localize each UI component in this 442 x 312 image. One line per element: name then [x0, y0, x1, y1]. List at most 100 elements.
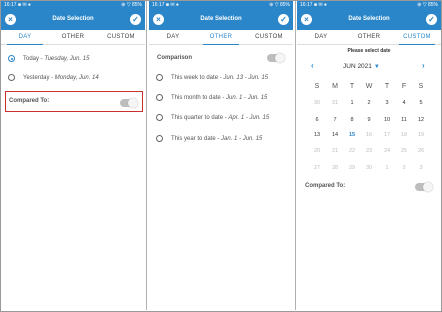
- status-right: ⊕ ▽ 85%: [269, 2, 290, 8]
- calendar-day: 16: [365, 132, 373, 138]
- tab-label: OTHER: [209, 34, 233, 40]
- calendar-day[interactable]: 8: [344, 117, 360, 123]
- calendar-day: 20: [313, 148, 321, 154]
- tab-label: CUSTOM: [403, 34, 431, 40]
- calendar-day: 29: [348, 165, 356, 171]
- calendar-day[interactable]: 2: [361, 100, 377, 106]
- confirm-check-icon[interactable]: ✓: [278, 14, 289, 25]
- radio-checked-icon: [8, 55, 15, 62]
- radio-icon: [156, 135, 163, 142]
- divider: [146, 1, 147, 310]
- compared-to-toggle[interactable]: [415, 182, 433, 192]
- select-date-hint: Please select date: [347, 48, 391, 54]
- status-time: 16:17: [300, 2, 313, 8]
- calendar-day[interactable]: 15: [344, 132, 360, 138]
- calendar-day[interactable]: 5: [413, 100, 429, 106]
- calendar-day[interactable]: 10: [379, 117, 395, 123]
- tab-custom[interactable]: CUSTOM: [97, 34, 145, 40]
- weekday-label: T: [384, 83, 390, 90]
- tab-underline: [399, 44, 435, 45]
- calendar-day: 27: [313, 165, 321, 171]
- tab-day[interactable]: DAY: [149, 34, 197, 40]
- confirm-check-icon[interactable]: ✓: [426, 14, 437, 25]
- prev-month-icon[interactable]: ‹: [311, 61, 314, 70]
- calendar-day: 30: [365, 165, 373, 171]
- status-icons: ■ ✉ ●: [165, 2, 179, 8]
- calendar-day: 24: [383, 148, 391, 154]
- weekday-label: W: [365, 83, 373, 90]
- status-bar: 16:17 ■ ✉ ● ⊕ ▽ 85%: [149, 1, 293, 10]
- tab-day[interactable]: DAY: [1, 34, 49, 45]
- page-title: Date Selection: [200, 16, 242, 22]
- confirm-check-icon[interactable]: ✓: [130, 14, 141, 25]
- next-month-icon[interactable]: ›: [422, 61, 425, 70]
- app-bar: × Date Selection ✓: [149, 10, 293, 30]
- calendar-day[interactable]: 3: [379, 100, 395, 106]
- calendar-day: 23: [365, 148, 373, 154]
- page-title: Date Selection: [52, 16, 94, 22]
- radio-icon: [156, 114, 163, 121]
- compared-to-label: Compared To:: [9, 98, 50, 104]
- radio-icon: [156, 94, 163, 101]
- caret-down-icon: ▼: [373, 64, 380, 70]
- calendar-day: 3: [419, 165, 423, 171]
- status-right: ⊕ ▽ 85%: [417, 2, 438, 8]
- calendar-day[interactable]: 11: [396, 117, 412, 123]
- tab-underline: [7, 44, 43, 45]
- comparison-label: Comparison: [157, 55, 193, 61]
- page-title: Date Selection: [348, 16, 390, 22]
- radio-icon: [156, 74, 163, 81]
- calendar-day[interactable]: 12: [413, 117, 429, 123]
- calendar-day[interactable]: 14: [327, 132, 343, 138]
- calendar-day: 2: [402, 165, 406, 171]
- status-icons: ■ ✉ ●: [313, 2, 327, 8]
- tab-bar: DAY OTHER CUSTOM: [149, 30, 293, 45]
- tab-other[interactable]: OTHER: [197, 34, 245, 45]
- tab-day[interactable]: DAY: [297, 34, 345, 40]
- comparison-toggle[interactable]: [267, 53, 285, 63]
- status-icons: ■ ✉ ●: [17, 2, 31, 8]
- month-label: JUN 2021: [343, 63, 372, 70]
- radio-icon: [8, 74, 15, 81]
- calendar-day: 1: [385, 165, 389, 171]
- calendar-day[interactable]: 13: [309, 132, 325, 138]
- calendar-day: 17: [383, 132, 391, 138]
- month-selector[interactable]: JUN 2021 ▼: [343, 63, 380, 70]
- weekday-label: T: [349, 83, 355, 90]
- tab-other[interactable]: OTHER: [49, 34, 97, 40]
- calendar-day: 26: [417, 148, 425, 154]
- app-bar: × Date Selection ✓: [297, 10, 441, 30]
- tab-custom[interactable]: CUSTOM: [393, 34, 441, 45]
- compared-to-label: Compared To:: [305, 183, 346, 189]
- panel-day: 16:17 ■ ✉ ● ⊕ ▽ 85% × Date Selection ✓ D…: [1, 1, 145, 310]
- compared-to-toggle[interactable]: [120, 98, 138, 108]
- tab-custom[interactable]: CUSTOM: [245, 34, 293, 40]
- status-time: 16:17: [4, 2, 17, 8]
- calendar-day: 21: [331, 148, 339, 154]
- calendar-day[interactable]: 6: [309, 117, 325, 123]
- weekday-label: F: [401, 83, 407, 90]
- panel-custom: 16:17 ■ ✉ ● ⊕ ▽ 85% × Date Selection ✓ D…: [297, 1, 441, 310]
- tab-bar: DAY OTHER CUSTOM: [297, 30, 441, 45]
- calendar-day[interactable]: 1: [344, 100, 360, 106]
- status-time: 16:17: [152, 2, 165, 8]
- weekday-label: M: [332, 83, 338, 90]
- app-bar: × Date Selection ✓: [1, 10, 145, 30]
- calendar-day[interactable]: 4: [396, 100, 412, 106]
- radio-label: This month to date - Jun. 1 - Jun. 15: [171, 95, 268, 101]
- tab-bar: DAY OTHER CUSTOM: [1, 30, 145, 45]
- calendar-day: 18: [400, 132, 408, 138]
- calendar-day[interactable]: 7: [327, 117, 343, 123]
- status-right: ⊕ ▽ 85%: [121, 2, 142, 8]
- calendar-day: 19: [417, 132, 425, 138]
- tab-other[interactable]: OTHER: [345, 34, 393, 40]
- radio-label: Yesterday - Monday, Jun. 14: [23, 75, 99, 81]
- radio-label: This quarter to date - Apr. 1 - Jun. 15: [171, 115, 270, 121]
- calendar-day: 30: [313, 100, 321, 106]
- panel-other: 16:17 ■ ✉ ● ⊕ ▽ 85% × Date Selection ✓ D…: [149, 1, 293, 310]
- divider: [295, 1, 296, 310]
- calendar-day: 22: [348, 148, 356, 154]
- tab-underline: [203, 44, 239, 45]
- calendar-day: 31: [331, 100, 339, 106]
- calendar-day[interactable]: 9: [361, 117, 377, 123]
